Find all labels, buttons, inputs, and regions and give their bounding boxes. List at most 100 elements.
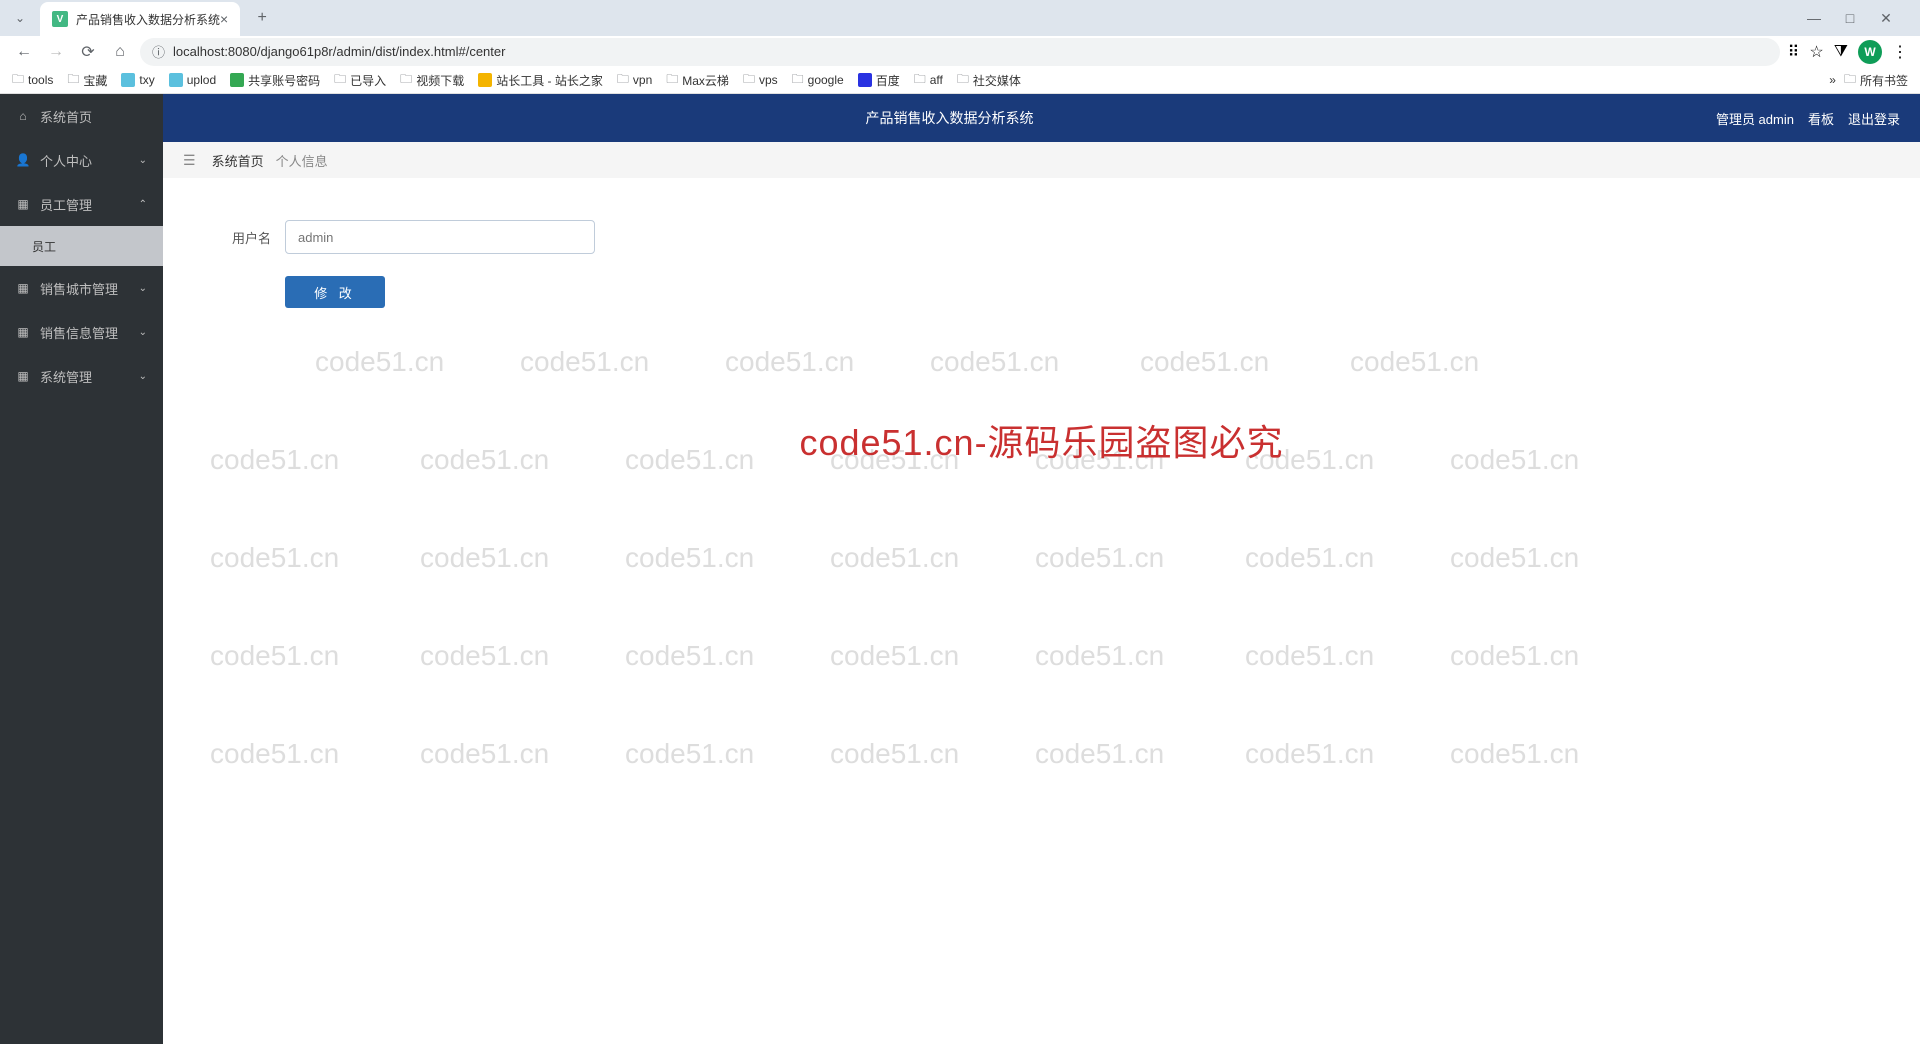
chevron-down-icon: ⌄ (139, 371, 147, 382)
bookmark-video-dl[interactable]: 🗀视频下载 (400, 70, 464, 91)
window-controls: — □ ✕ (1800, 4, 1912, 32)
sidebar-item-employee[interactable]: ▦ 员工管理 ⌃ (0, 182, 163, 226)
address-bar[interactable]: ⓘ localhost:8080/django61p8r/admin/dist/… (140, 38, 1780, 66)
browser-chrome: ⌄ V 产品销售收入数据分析系统 × + — □ ✕ ← → ⟳ ⌂ ⓘ loc… (0, 0, 1920, 94)
topbar: 产品销售收入数据分析系统 管理员 admin 看板 退出登录 (163, 94, 1920, 142)
sidebar: ⌂ 系统首页 👤 个人中心 ⌄ ▦ 员工管理 ⌃ 员工 ▦ 销售城市管理 ⌄ ▦… (0, 94, 163, 1044)
hamburger-icon[interactable]: ☰ (183, 152, 196, 169)
folder-icon: 🗀 (957, 70, 969, 91)
app-title: 产品销售收入数据分析系统 (183, 108, 1716, 128)
sidebar-subitem-employee[interactable]: 员工 (0, 226, 163, 266)
bookmark-star-icon[interactable]: ☆ (1809, 42, 1823, 62)
chevron-down-icon: ⌄ (139, 327, 147, 338)
address-bar-row: ← → ⟳ ⌂ ⓘ localhost:8080/django61p8r/adm… (0, 36, 1920, 67)
main-area: 产品销售收入数据分析系统 管理员 admin 看板 退出登录 ☰ 系统首页 个人… (163, 94, 1920, 1044)
bookmark-imported[interactable]: 🗀已导入 (334, 70, 386, 91)
chevron-down-icon: ⌄ (139, 155, 147, 166)
sidebar-item-sales[interactable]: ▦ 销售信息管理 ⌄ (0, 310, 163, 354)
big-watermark: code51.cn-源码乐园盗图必究 (799, 414, 1283, 466)
address-bar-actions: ⠿ ☆ ⧩ W ⋮ (1788, 40, 1908, 64)
sidebar-item-home[interactable]: ⌂ 系统首页 (0, 94, 163, 138)
sidebar-item-profile[interactable]: 👤 个人中心 ⌄ (0, 138, 163, 182)
sidebar-item-label: 销售信息管理 (40, 323, 118, 342)
bookmark-google[interactable]: 🗀google (792, 70, 844, 91)
module-icon: ▦ (16, 369, 30, 383)
sidebar-item-label: 销售城市管理 (40, 279, 118, 298)
breadcrumb-current: 个人信息 (276, 151, 328, 170)
username-label: 用户名 (223, 228, 271, 247)
bookmark-baozang[interactable]: 🗀宝藏 (67, 70, 107, 91)
folder-icon: 🗀 (792, 70, 804, 91)
breadcrumb-home[interactable]: 系统首页 (212, 151, 264, 170)
url-text: localhost:8080/django61p8r/admin/dist/in… (173, 44, 505, 59)
form-row-username: 用户名 (223, 220, 1860, 254)
bookmark-tools[interactable]: 🗀tools (12, 70, 53, 91)
folder-icon: 🗀 (1844, 70, 1856, 91)
username-input[interactable] (285, 220, 595, 254)
module-icon: ▦ (16, 281, 30, 295)
bookmark-shared-pw[interactable]: 共享账号密码 (230, 72, 320, 89)
reload-button[interactable]: ⟳ (76, 40, 100, 64)
folder-icon: 🗀 (666, 70, 678, 91)
vue-favicon-icon: V (52, 11, 68, 27)
maximize-button[interactable]: □ (1836, 4, 1864, 32)
all-bookmarks-button[interactable]: 🗀所有书签 (1844, 70, 1908, 91)
folder-icon: 🗀 (400, 70, 412, 91)
submit-button[interactable]: 修 改 (285, 276, 385, 308)
translate-icon[interactable]: ⠿ (1788, 42, 1800, 62)
tab-search-dropdown[interactable]: ⌄ (8, 6, 32, 30)
site-icon (230, 73, 244, 87)
folder-icon: 🗀 (743, 70, 755, 91)
bookmark-vpn[interactable]: 🗀vpn (617, 70, 652, 91)
sidebar-item-label: 系统管理 (40, 367, 92, 386)
site-info-icon[interactable]: ⓘ (152, 42, 165, 61)
browser-tab[interactable]: V 产品销售收入数据分析系统 × (40, 2, 240, 36)
site-icon (478, 73, 492, 87)
menu-dots-icon[interactable]: ⋮ (1892, 42, 1908, 62)
sidebar-item-label: 员工管理 (40, 195, 92, 214)
close-tab-icon[interactable]: × (220, 11, 228, 27)
bookmark-baidu[interactable]: 百度 (858, 72, 900, 89)
bookmark-vps[interactable]: 🗀vps (743, 70, 778, 91)
folder-icon: 🗀 (67, 70, 79, 91)
content-panel: 用户名 修 改 (183, 190, 1900, 338)
extensions-icon[interactable]: ⧩ (1834, 43, 1848, 61)
folder-icon: 🗀 (12, 70, 24, 91)
bookmark-maxcloud[interactable]: 🗀Max云梯 (666, 70, 729, 91)
chevron-up-icon: ⌃ (139, 199, 147, 210)
sidebar-item-system[interactable]: ▦ 系统管理 ⌄ (0, 354, 163, 398)
user-icon: 👤 (16, 153, 30, 167)
folder-icon: 🗀 (914, 70, 926, 91)
bookmark-chinaz[interactable]: 站长工具 - 站长之家 (478, 72, 603, 89)
folder-icon: 🗀 (334, 70, 346, 91)
topbar-actions: 管理员 admin 看板 退出登录 (1716, 109, 1900, 128)
close-window-button[interactable]: ✕ (1872, 4, 1900, 32)
minimize-button[interactable]: — (1800, 4, 1828, 32)
bookmark-aff[interactable]: 🗀aff (914, 70, 943, 91)
home-button[interactable]: ⌂ (108, 40, 132, 64)
bookmark-bar: 🗀tools 🗀宝藏 txy uplod 共享账号密码 🗀已导入 🗀视频下载 站… (0, 67, 1920, 93)
grid-icon: ▦ (16, 197, 30, 211)
folder-icon: 🗀 (617, 70, 629, 91)
forward-button[interactable]: → (44, 40, 68, 64)
bookmark-uplod[interactable]: uplod (169, 73, 216, 87)
new-tab-button[interactable]: + (248, 4, 276, 32)
module-icon: ▦ (16, 325, 30, 339)
bookmark-overflow-icon[interactable]: » (1829, 73, 1836, 87)
bookmark-social[interactable]: 🗀社交媒体 (957, 70, 1021, 91)
bookmark-txy[interactable]: txy (121, 73, 154, 87)
user-label[interactable]: 管理员 admin (1716, 109, 1794, 128)
site-icon (169, 73, 183, 87)
logout-link[interactable]: 退出登录 (1848, 109, 1900, 128)
tab-bar: ⌄ V 产品销售收入数据分析系统 × + — □ ✕ (0, 0, 1920, 36)
back-button[interactable]: ← (12, 40, 36, 64)
app-root: code51.cn code51.cn code51.cn code51.cn … (0, 94, 1920, 1044)
sidebar-item-label: 个人中心 (40, 151, 92, 170)
sidebar-subitem-label: 员工 (32, 238, 56, 255)
profile-avatar[interactable]: W (1858, 40, 1882, 64)
site-icon (858, 73, 872, 87)
sidebar-item-city[interactable]: ▦ 销售城市管理 ⌄ (0, 266, 163, 310)
kanban-link[interactable]: 看板 (1808, 109, 1834, 128)
breadcrumb: ☰ 系统首页 个人信息 (163, 142, 1920, 178)
site-icon (121, 73, 135, 87)
